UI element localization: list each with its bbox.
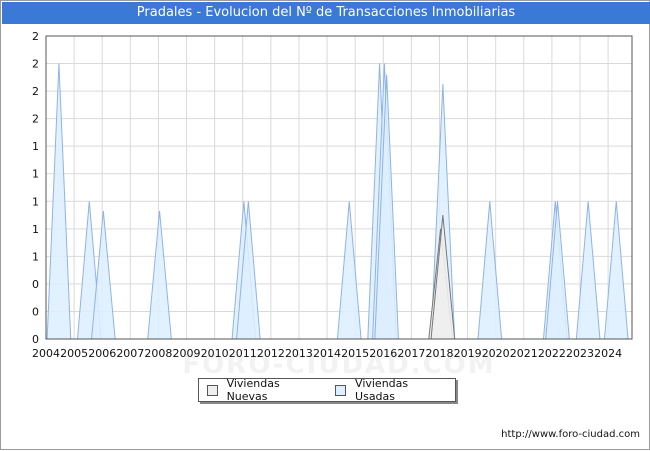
x-tick-label: 2016 [369, 347, 397, 360]
x-tick-label: 2015 [341, 347, 369, 360]
legend-label-nuevas: Viviendas Nuevas [226, 377, 280, 403]
y-tick-label: 1 [32, 195, 39, 208]
x-tick-label: 2021 [510, 347, 538, 360]
x-tick-label: 2005 [60, 347, 88, 360]
x-tick-label: 2023 [566, 347, 594, 360]
x-tick-label: 2012 [257, 347, 285, 360]
x-tick-label: 2006 [88, 347, 116, 360]
legend-swatch-usadas [335, 384, 347, 396]
y-tick-label: 2 [32, 30, 39, 43]
x-tick-label: 2024 [594, 347, 622, 360]
x-tick-label: 2020 [482, 347, 510, 360]
x-tick-label: 2019 [454, 347, 482, 360]
x-tick-label: 2017 [397, 347, 425, 360]
legend-swatch-nuevas [207, 384, 218, 396]
x-tick-label: 2004 [32, 347, 60, 360]
x-tick-label: 2014 [313, 347, 341, 360]
x-tick-label: 2010 [201, 347, 229, 360]
x-tick-label: 2008 [144, 347, 172, 360]
y-tick-label: 2 [32, 58, 39, 71]
x-tick-label: 2009 [173, 347, 201, 360]
y-tick-label: 1 [32, 223, 39, 236]
legend: Viviendas Nuevas Viviendas Usadas [198, 377, 456, 403]
source-link[interactable]: http://www.foro-ciudad.com [501, 429, 640, 440]
y-tick-label: 0 [32, 333, 39, 346]
legend-label-usadas: Viviendas Usadas [355, 377, 409, 403]
x-tick-label: 2013 [285, 347, 313, 360]
legend-item-usadas: Viviendas Usadas [335, 377, 455, 403]
y-tick-label: 1 [32, 140, 39, 153]
y-axis-ticks: 0 0 0 1 1 1 1 1 2 2 2 2 [32, 30, 39, 346]
x-axis-ticks: 2004 2005 2006 2007 2008 2009 2010 2011 2012 2013… [32, 347, 622, 360]
plot-area [46, 36, 632, 339]
y-tick-label: 1 [32, 168, 39, 181]
x-tick-label: 2007 [116, 347, 144, 360]
legend-item-nuevas: Viviendas Nuevas [207, 377, 327, 403]
y-tick-label: 0 [32, 278, 39, 291]
chart-frame: Pradales - Evolucion del Nº de Transacci… [0, 0, 650, 450]
x-tick-label: 2022 [538, 347, 566, 360]
x-tick-label: 2018 [425, 347, 453, 360]
y-tick-label: 1 [32, 250, 39, 263]
y-tick-label: 0 [32, 305, 39, 318]
y-tick-label: 2 [32, 113, 39, 126]
y-tick-label: 2 [32, 85, 39, 98]
x-tick-label: 2011 [229, 347, 257, 360]
